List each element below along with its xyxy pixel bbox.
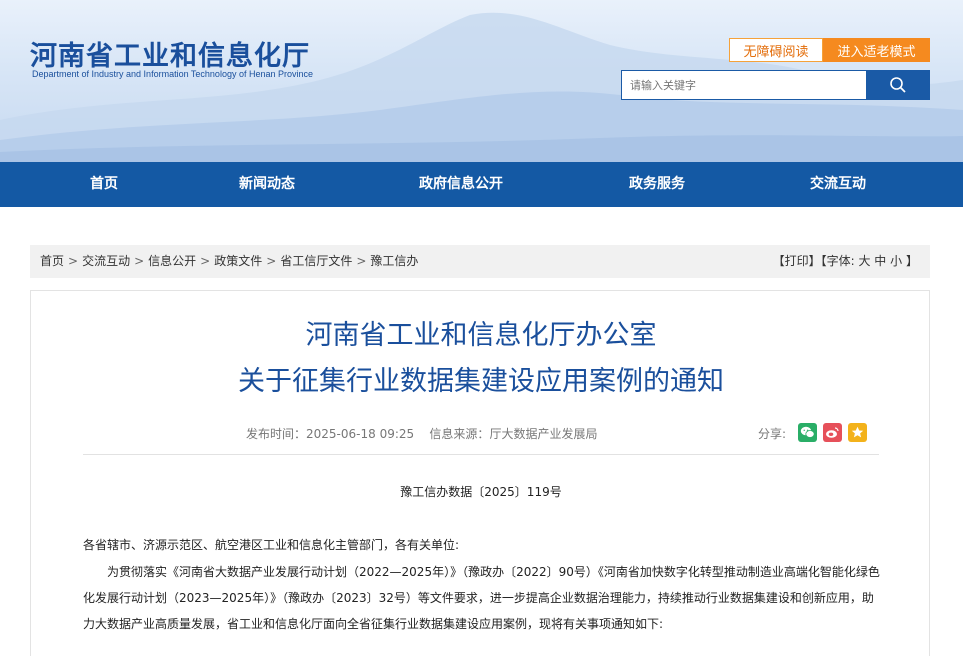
breadcrumb: 首页 > 交流互动 > 信息公开 > 政策文件 > 省工信厅文件 > 豫工信办	[40, 245, 418, 278]
article-meta: 发布时间：2025-06-18 09:25 信息来源：厅大数据产业发展局	[246, 425, 597, 442]
font-large-button[interactable]: 大	[858, 254, 870, 268]
search-input[interactable]	[621, 70, 867, 100]
page-tools: 【打印】【字体: 大 中 小 】	[773, 245, 918, 278]
breadcrumb-item[interactable]: 豫工信办	[370, 254, 418, 268]
article-title-line-2: 关于征集行业数据集建设应用案例的通知	[238, 366, 724, 397]
breadcrumb-separator: >	[266, 254, 277, 268]
nav-item-home[interactable]: 首页	[90, 162, 118, 207]
addressee-paragraph: 各省辖市、济源示范区、航空港区工业和信息化主管部门，各有关单位:	[83, 538, 460, 552]
font-size-suffix: 】	[905, 254, 918, 268]
breadcrumb-item[interactable]: 政策文件	[214, 254, 262, 268]
breadcrumb-item[interactable]: 首页	[40, 254, 64, 268]
wechat-share-icon[interactable]	[798, 423, 817, 442]
source-label: 信息来源：	[429, 427, 490, 441]
nav-item-gov-info[interactable]: 政府信息公开	[419, 162, 503, 207]
site-subtitle: Department of Industry and Information T…	[32, 69, 313, 79]
article-container: 河南省工业和信息化厅办公室 关于征集行业数据集建设应用案例的通知 发布时间：20…	[30, 290, 930, 656]
document-number: 豫工信办数据〔2025〕119号	[400, 485, 562, 499]
body-paragraph: 为贯彻落实《河南省大数据产业发展行动计划（2022—2025年）》（豫政办〔20…	[83, 565, 880, 631]
search-icon	[890, 77, 906, 93]
font-size-label: 【字体:	[820, 254, 855, 268]
divider	[83, 454, 879, 455]
nav-item-interaction[interactable]: 交流互动	[810, 162, 866, 207]
breadcrumb-item[interactable]: 交流互动	[82, 254, 130, 268]
source-value: 厅大数据产业发展局	[489, 427, 598, 441]
breadcrumb-separator: >	[134, 254, 145, 268]
search-button[interactable]	[866, 70, 930, 100]
font-small-button[interactable]: 小	[890, 254, 902, 268]
weibo-share-icon[interactable]	[823, 423, 842, 442]
breadcrumb-separator: >	[200, 254, 211, 268]
header-banner: 河南省工业和信息化厅 Department of Industry and In…	[0, 0, 963, 162]
favorite-star-icon[interactable]	[848, 423, 867, 442]
print-button[interactable]: 【打印】	[773, 254, 821, 268]
font-medium-button[interactable]: 中	[874, 254, 886, 268]
breadcrumb-item[interactable]: 省工信厅文件	[280, 254, 352, 268]
nav-item-news[interactable]: 新闻动态	[239, 162, 295, 207]
article-title-line-1: 河南省工业和信息化厅办公室	[305, 320, 657, 351]
breadcrumb-bar: 首页 > 交流互动 > 信息公开 > 政策文件 > 省工信厅文件 > 豫工信办 【打印】【字体: 大…	[30, 245, 930, 278]
elder-mode-button[interactable]: 进入适老模式	[823, 38, 930, 62]
site-title[interactable]: 河南省工业和信息化厅	[30, 34, 310, 73]
breadcrumb-item[interactable]: 信息公开	[148, 254, 196, 268]
publish-time: 2025-06-18 09:25	[306, 427, 415, 441]
nav-item-services[interactable]: 政务服务	[629, 162, 685, 207]
main-nav: 首页 新闻动态 政府信息公开 政务服务 交流互动	[0, 162, 963, 207]
accessible-reading-button[interactable]: 无障碍阅读	[729, 38, 823, 62]
breadcrumb-separator: >	[68, 254, 79, 268]
breadcrumb-separator: >	[356, 254, 367, 268]
share-label: 分享:	[758, 427, 787, 441]
publish-time-label: 发布时间：	[246, 427, 307, 441]
